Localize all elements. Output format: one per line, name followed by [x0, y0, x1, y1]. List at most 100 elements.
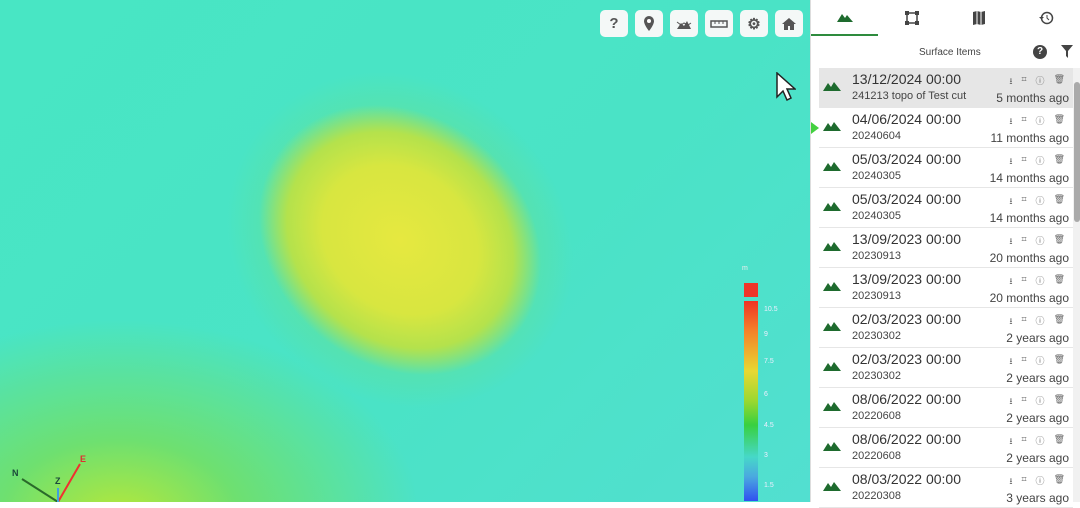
- tab-map[interactable]: [946, 0, 1013, 36]
- item-date: 02/03/2023 00:00: [852, 351, 961, 367]
- settings-button[interactable]: ⚙: [740, 10, 768, 37]
- delete-icon[interactable]: 🗑︎: [1054, 314, 1065, 330]
- delete-icon[interactable]: 🗑︎: [1054, 194, 1065, 210]
- list-item[interactable]: 02/03/2023 00:00 20230302 2 years ago ⭳ ⌗ ⓘ 🗑︎: [819, 308, 1073, 348]
- boundary-icon[interactable]: ⌗: [1021, 354, 1026, 370]
- download-icon[interactable]: ⭳: [1009, 474, 1012, 490]
- list-item[interactable]: 13/09/2023 00:00 20230913 20 months ago ⭳ ⌗ ⓘ…: [819, 268, 1073, 308]
- gear-icon: ⚙: [747, 15, 761, 33]
- boundary-icon[interactable]: ⌗: [1021, 114, 1026, 130]
- delete-icon[interactable]: 🗑︎: [1054, 474, 1065, 490]
- download-icon[interactable]: ⭳: [1009, 74, 1012, 90]
- tab-surfaces[interactable]: [811, 0, 879, 36]
- boundary-icon[interactable]: ⌗: [1021, 434, 1026, 450]
- list-item[interactable]: 05/03/2024 00:00 20240305 14 months ago ⭳ ⌗ ⓘ…: [819, 148, 1073, 188]
- panel-tabs: [811, 0, 1080, 36]
- boundary-icon[interactable]: ⌗: [1021, 394, 1026, 410]
- boundary-icon[interactable]: ⌗: [1021, 474, 1026, 490]
- tab-boundary[interactable]: [878, 0, 945, 36]
- boundary-icon[interactable]: ⌗: [1021, 194, 1026, 210]
- boundary-icon[interactable]: ⌗: [1021, 314, 1026, 330]
- download-icon[interactable]: ⭳: [1009, 394, 1012, 410]
- mountain-icon: [823, 282, 841, 291]
- legend-label: 4.5: [764, 422, 774, 429]
- item-date: 04/06/2024 00:00: [852, 111, 961, 127]
- home-icon: [782, 17, 796, 30]
- item-date: 08/06/2022 00:00: [852, 391, 961, 407]
- item-date: 02/03/2023 00:00: [852, 311, 961, 327]
- boundary-icon[interactable]: ⌗: [1021, 154, 1026, 170]
- item-name: 20230913: [852, 290, 901, 302]
- download-icon[interactable]: ⭳: [1009, 354, 1012, 370]
- list-item[interactable]: 08/03/2022 00:00 20220308 3 years ago ⭳ ⌗ ⓘ 🗑︎: [819, 468, 1073, 508]
- home-button[interactable]: [775, 10, 803, 37]
- panel-header: Surface Items ?: [811, 36, 1080, 68]
- download-icon[interactable]: ⭳: [1009, 434, 1012, 450]
- scrollbar-thumb[interactable]: [1074, 82, 1080, 222]
- delete-icon[interactable]: 🗑︎: [1054, 234, 1065, 250]
- axis-z-label: Z: [55, 476, 61, 486]
- boundary-icon[interactable]: ⌗: [1021, 274, 1026, 290]
- mountain-icon: [823, 362, 841, 371]
- boundary-icon[interactable]: ⌗: [1021, 234, 1026, 250]
- info-icon[interactable]: ⓘ: [1036, 114, 1045, 130]
- info-icon[interactable]: ⓘ: [1036, 434, 1045, 450]
- help-button[interactable]: ?: [600, 10, 628, 37]
- download-icon[interactable]: ⭳: [1009, 194, 1012, 210]
- item-age: 2 years ago: [1006, 371, 1069, 385]
- item-age: 14 months ago: [989, 211, 1069, 225]
- item-name: 20240305: [852, 210, 901, 222]
- item-name: 20230302: [852, 370, 901, 382]
- info-icon[interactable]: ⓘ: [1036, 394, 1045, 410]
- terrain-icon: [676, 20, 692, 29]
- info-icon[interactable]: ⓘ: [1036, 74, 1045, 90]
- list-item[interactable]: 08/06/2022 00:00 20220608 2 years ago ⭳ ⌗ ⓘ 🗑︎: [819, 388, 1073, 428]
- item-age: 2 years ago: [1006, 331, 1069, 345]
- download-icon[interactable]: ⭳: [1009, 114, 1012, 130]
- download-icon[interactable]: ⭳: [1009, 314, 1012, 330]
- list-item[interactable]: 02/03/2023 00:00 20230302 2 years ago ⭳ ⌗ ⓘ 🗑︎: [819, 348, 1073, 388]
- list-item[interactable]: 04/06/2024 00:00 20240604 11 months ago ⭳ ⌗ ⓘ…: [811, 108, 1073, 148]
- item-name: 20220608: [852, 410, 901, 422]
- delete-icon[interactable]: 🗑︎: [1054, 274, 1065, 290]
- download-icon[interactable]: ⭳: [1009, 274, 1012, 290]
- list-item[interactable]: 05/03/2024 00:00 20240305 14 months ago ⭳ ⌗ ⓘ…: [819, 188, 1073, 228]
- axis-n-label: N: [12, 468, 19, 478]
- tab-history[interactable]: [1013, 0, 1080, 36]
- help-icon: ?: [609, 15, 619, 32]
- mountain-icon: [823, 322, 841, 331]
- info-icon[interactable]: ⓘ: [1036, 194, 1045, 210]
- measure-button[interactable]: [705, 10, 733, 37]
- item-age: 20 months ago: [989, 291, 1069, 305]
- download-icon[interactable]: ⭳: [1009, 154, 1012, 170]
- delete-icon[interactable]: 🗑︎: [1054, 434, 1065, 450]
- info-icon[interactable]: ⓘ: [1036, 354, 1045, 370]
- boundary-icon[interactable]: ⌗: [1021, 74, 1026, 90]
- location-button[interactable]: [635, 10, 663, 37]
- history-icon: [1039, 11, 1054, 25]
- 3d-surface-map[interactable]: ? ⚙ m 10.5 9 7.5 6 4.5 3 1.5 N Z E: [0, 0, 810, 502]
- delete-icon[interactable]: 🗑︎: [1054, 394, 1065, 410]
- item-date: 13/09/2023 00:00: [852, 271, 961, 287]
- scrollbar[interactable]: [1073, 68, 1080, 502]
- list-item[interactable]: 08/06/2022 00:00 20220608 2 years ago ⭳ ⌗ ⓘ 🗑︎: [819, 428, 1073, 468]
- info-icon[interactable]: ⓘ: [1036, 234, 1045, 250]
- help-icon[interactable]: ?: [1033, 45, 1047, 59]
- ruler-icon: [710, 19, 728, 28]
- info-icon[interactable]: ⓘ: [1036, 314, 1045, 330]
- terrain-button[interactable]: [670, 10, 698, 37]
- info-icon[interactable]: ⓘ: [1036, 274, 1045, 290]
- delete-icon[interactable]: 🗑︎: [1054, 114, 1065, 130]
- item-name: 20240604: [852, 130, 901, 142]
- list-item[interactable]: 13/12/2024 00:00 241213 topo of Test cut 5…: [819, 68, 1073, 108]
- info-icon[interactable]: ⓘ: [1036, 474, 1045, 490]
- list-item[interactable]: 13/09/2023 00:00 20230913 20 months ago ⭳ ⌗ ⓘ…: [819, 228, 1073, 268]
- item-name: 241213 topo of Test cut: [852, 90, 967, 102]
- delete-icon[interactable]: 🗑︎: [1054, 154, 1065, 170]
- delete-icon[interactable]: 🗑︎: [1054, 354, 1065, 370]
- info-icon[interactable]: ⓘ: [1036, 154, 1045, 170]
- download-icon[interactable]: ⭳: [1009, 234, 1012, 250]
- filter-icon[interactable]: [1061, 45, 1073, 58]
- item-age: 2 years ago: [1006, 411, 1069, 425]
- delete-icon[interactable]: 🗑︎: [1054, 74, 1065, 90]
